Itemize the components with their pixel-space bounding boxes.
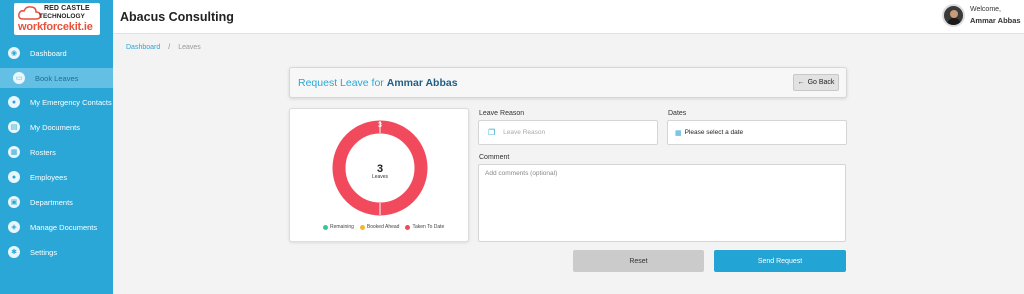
sidebar-item-label: Dashboard	[30, 48, 67, 58]
dates-label: Dates	[668, 110, 687, 117]
legend-label: Taken To Date	[412, 224, 445, 230]
sidebar-item-label: Employees	[30, 172, 68, 182]
legend-label: Booked Ahead	[366, 224, 400, 230]
leave-chart-card: 3 3 Leaves Remaining Booked Ahead Taken …	[289, 108, 469, 242]
scrollbar[interactable]	[1015, 34, 1024, 294]
avatar-head	[950, 10, 958, 18]
sidebar-item-emergency-contacts[interactable]: ● My Emergency Contacts	[0, 92, 113, 112]
sidebar-item-departments[interactable]: ▣ Departments	[0, 192, 113, 212]
sidebar-item-label: My Documents	[30, 122, 81, 132]
chart-legend: Remaining Booked Ahead Taken To Date	[323, 224, 444, 230]
comment-textarea[interactable]: Add comments (optional)	[478, 164, 846, 242]
sidebar-item-rosters[interactable]: ▦ Rosters	[0, 142, 113, 162]
avatar-body	[947, 18, 961, 25]
sidebar-item-label: Departments	[30, 197, 73, 207]
sidebar: RED CASTLE TECHNOLOGY workforcekit.ie ◉ …	[0, 0, 113, 294]
contacts-icon: ●	[8, 96, 20, 108]
title-prefix: Request Leave for	[298, 77, 384, 89]
company-logo[interactable]: RED CASTLE TECHNOLOGY workforcekit.ie	[14, 3, 100, 35]
settings-icon: ✱	[8, 246, 20, 258]
comment-label: Comment	[479, 154, 510, 161]
leave-icon: ▭	[13, 72, 25, 84]
documents-icon: ▤	[8, 121, 20, 133]
sidebar-item-label: Manage Documents	[30, 222, 98, 232]
breadcrumb: Dashboard / Leaves	[126, 44, 201, 51]
sidebar-item-label: Settings	[30, 247, 58, 257]
departments-icon: ▣	[8, 196, 20, 208]
sidebar-item-employees[interactable]: ● Employees	[0, 167, 113, 187]
logo-line-3: workforcekit.ie	[18, 21, 93, 33]
dates-picker[interactable]: ▦ Please select a date	[667, 120, 847, 145]
reset-button[interactable]: Reset	[573, 250, 704, 272]
go-back-label: Go Back	[807, 79, 835, 86]
sidebar-item-label: My Emergency Contacts	[30, 97, 112, 107]
donut-slice-label: 3	[378, 122, 382, 129]
page-title: Request Leave for Ammar Abbas	[298, 77, 458, 89]
sidebar-item-dashboard[interactable]: ◉ Dashboard	[0, 43, 113, 63]
legend-dot-taken-to-date	[405, 224, 411, 230]
avatar[interactable]	[942, 4, 965, 27]
legend-label: Remaining	[330, 224, 354, 230]
request-leave-header: Request Leave for Ammar Abbas ← Go Back	[289, 67, 847, 98]
sidebar-item-settings[interactable]: ✱ Settings	[0, 242, 113, 262]
rosters-icon: ▦	[8, 146, 20, 158]
legend-item-remaining[interactable]: Remaining	[323, 224, 354, 230]
top-header: Abacus Consulting Welcome, Ammar Abbas	[113, 0, 1024, 34]
company-name: Abacus Consulting	[120, 10, 234, 24]
copy-icon: ❐	[488, 128, 496, 137]
calendar-icon: ▦	[675, 129, 682, 137]
sidebar-item-manage-documents[interactable]: ◈ Manage Documents	[0, 217, 113, 237]
leave-reason-label: Leave Reason	[479, 110, 525, 117]
employee-name: Ammar Abbas	[386, 77, 458, 89]
sidebar-item-label: Book Leaves	[35, 73, 79, 83]
send-request-button[interactable]: Send Request	[714, 250, 846, 272]
legend-item-taken-to-date[interactable]: Taken To Date	[405, 224, 444, 230]
logo-line-1: RED CASTLE	[44, 5, 90, 12]
donut-center-label: Leaves	[372, 174, 389, 180]
breadcrumb-separator: /	[168, 44, 171, 51]
dashboard-icon: ◉	[8, 47, 20, 59]
leave-donut-chart: 3 3 Leaves	[332, 120, 428, 216]
dates-value: Please select a date	[684, 129, 744, 136]
sidebar-item-label: Rosters	[30, 147, 56, 157]
legend-dot-booked-ahead	[359, 224, 365, 230]
arrow-left-icon: ←	[797, 79, 805, 86]
user-name[interactable]: Ammar Abbas	[970, 16, 1021, 25]
breadcrumb-dashboard[interactable]: Dashboard	[126, 44, 160, 51]
go-back-button[interactable]: ← Go Back	[793, 74, 839, 91]
breadcrumb-current: Leaves	[178, 44, 201, 51]
send-request-label: Send Request	[757, 257, 803, 265]
leave-reason-placeholder: Leave Reason	[503, 129, 546, 136]
sidebar-item-book-leaves[interactable]: ▭ Book Leaves	[0, 68, 113, 88]
comment-placeholder: Add comments (optional)	[485, 170, 558, 177]
legend-item-booked-ahead[interactable]: Booked Ahead	[359, 224, 400, 230]
employees-icon: ●	[8, 171, 20, 183]
manage-documents-icon: ◈	[8, 221, 20, 233]
reset-label: Reset	[629, 257, 648, 265]
welcome-text: Welcome,	[970, 6, 1001, 13]
sidebar-item-my-documents[interactable]: ▤ My Documents	[0, 117, 113, 137]
legend-dot-remaining	[323, 224, 328, 230]
logo-line-2: TECHNOLOGY	[39, 13, 85, 20]
leave-reason-select[interactable]: ❐ Leave Reason	[478, 120, 658, 145]
